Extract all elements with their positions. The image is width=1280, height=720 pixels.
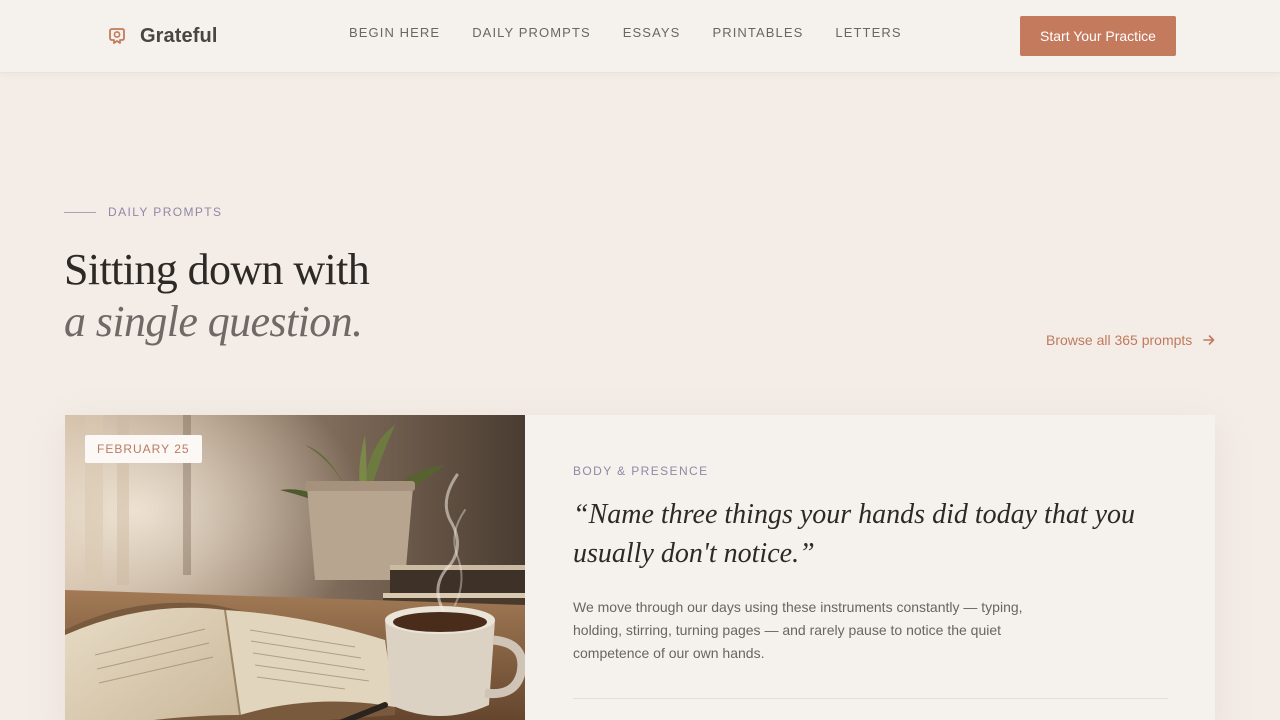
journal-and-coffee-photo: FEBRUARY 25	[65, 415, 525, 720]
prompt-description: We move through our days using these ins…	[573, 599, 1023, 661]
featured-prompt-card[interactable]: FEBRUARY 25 BODY & PRESENCE “Name three …	[65, 415, 1215, 720]
section-headline: Sitting down with a single question.	[64, 244, 370, 348]
brand-name: Grateful	[140, 24, 218, 47]
eyebrow-divider	[64, 212, 96, 213]
nav-printables[interactable]: PRINTABLES	[712, 25, 803, 40]
start-practice-button[interactable]: Start Your Practice	[1020, 16, 1176, 56]
nav-daily-prompts[interactable]: DAILY PROMPTS	[472, 25, 591, 40]
main-navigation: BEGIN HERE DAILY PROMPTS ESSAYS PRINTABL…	[349, 25, 934, 40]
headline-line-1: Sitting down with	[64, 245, 370, 294]
card-divider	[573, 698, 1168, 699]
browse-link-label: Browse all 365 prompts	[1046, 332, 1193, 348]
date-badge: FEBRUARY 25	[85, 435, 202, 463]
headline-line-2: a single question.	[64, 297, 363, 346]
brand-logo-link[interactable]: Grateful	[108, 22, 217, 50]
prompt-category: BODY & PRESENCE	[573, 464, 709, 478]
nav-essays[interactable]: ESSAYS	[623, 25, 681, 40]
nav-begin-here[interactable]: BEGIN HERE	[349, 25, 440, 40]
arrow-right-icon	[1202, 333, 1216, 347]
section-eyebrow: DAILY PROMPTS	[108, 205, 223, 219]
grateful-logo-icon	[108, 25, 126, 47]
site-header: Grateful BEGIN HERE DAILY PROMPTS ESSAYS…	[0, 0, 1280, 73]
nav-letters[interactable]: LETTERS	[835, 25, 901, 40]
prompt-quote: “Name three things your hands did today …	[573, 499, 1136, 569]
browse-all-prompts-link[interactable]: Browse all 365 prompts	[1046, 332, 1216, 348]
